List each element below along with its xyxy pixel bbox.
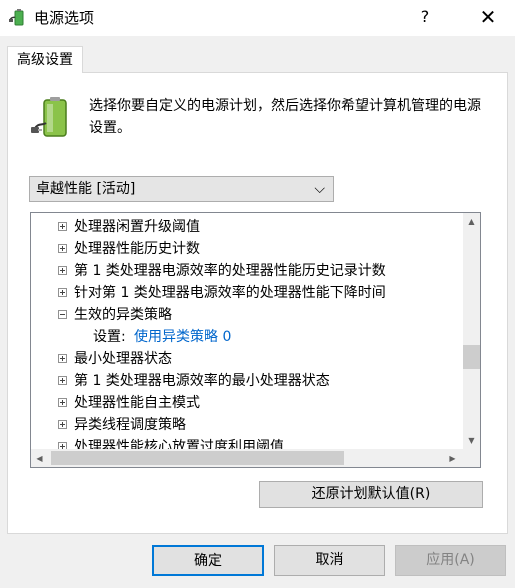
tree-item-label: 异类线程调度策略 bbox=[74, 417, 186, 433]
scroll-up-icon[interactable]: ▲ bbox=[463, 213, 480, 230]
tree-item[interactable]: 针对第 1 类处理器电源效率的处理器性能下降时间 bbox=[31, 282, 463, 304]
power-plan-select[interactable]: 卓越性能 [活动] ⌵ bbox=[29, 176, 334, 202]
expand-icon[interactable] bbox=[58, 398, 67, 407]
tree-item-label: 处理器闲置升级阈值 bbox=[74, 219, 200, 235]
tree-item[interactable]: 生效的异类策略 bbox=[31, 304, 463, 326]
expand-icon[interactable] bbox=[58, 376, 67, 385]
scroll-down-icon[interactable]: ▼ bbox=[463, 432, 480, 449]
tree-item-label: 处理器性能历史计数 bbox=[74, 241, 200, 257]
setting-value-link[interactable]: 使用异类策略 0 bbox=[134, 326, 231, 348]
tree-content: 处理器闲置升级阈值 处理器性能历史计数 第 1 类处理器电源效率的处理器性能历史… bbox=[31, 213, 463, 449]
tree-item-label: 第 1 类处理器电源效率的处理器性能历史记录计数 bbox=[74, 263, 386, 279]
expand-icon[interactable] bbox=[58, 266, 67, 275]
tree-item[interactable]: 处理器性能核心放置过度利用阈值 bbox=[31, 436, 463, 449]
battery-icon bbox=[31, 97, 67, 137]
tree-item-label: 第 1 类处理器电源效率的最小处理器状态 bbox=[74, 373, 330, 389]
expand-icon[interactable] bbox=[58, 244, 67, 253]
apply-button[interactable]: 应用(A) bbox=[395, 545, 506, 576]
restore-defaults-button[interactable]: 还原计划默认值(R) bbox=[259, 481, 483, 508]
collapse-icon[interactable] bbox=[58, 310, 67, 319]
title-bar: 电源选项 ? ✕ bbox=[0, 0, 515, 36]
tree-setting-row[interactable]: 设置: 使用异类策略 0 bbox=[31, 326, 463, 348]
expand-icon[interactable] bbox=[58, 288, 67, 297]
scrollbar-corner bbox=[463, 449, 480, 467]
cancel-button[interactable]: 取消 bbox=[274, 545, 385, 576]
tab-advanced-settings[interactable]: 高级设置 bbox=[7, 46, 83, 73]
vertical-scrollbar[interactable] bbox=[463, 213, 480, 449]
power-options-icon bbox=[9, 9, 24, 26]
expand-icon[interactable] bbox=[58, 420, 67, 429]
tree-item-label: 生效的异类策略 bbox=[74, 307, 172, 323]
expand-icon[interactable] bbox=[58, 442, 67, 449]
settings-tree[interactable]: 处理器闲置升级阈值 处理器性能历史计数 第 1 类处理器电源效率的处理器性能历史… bbox=[30, 212, 481, 468]
expand-icon[interactable] bbox=[58, 354, 67, 363]
tree-item[interactable]: 第 1 类处理器电源效率的最小处理器状态 bbox=[31, 370, 463, 392]
tree-item-label: 最小处理器状态 bbox=[74, 351, 172, 367]
expand-icon[interactable] bbox=[58, 222, 67, 231]
chevron-down-icon: ⌵ bbox=[314, 181, 325, 197]
tree-item-label: 针对第 1 类处理器电源效率的处理器性能下降时间 bbox=[74, 285, 386, 301]
vertical-scroll-thumb[interactable] bbox=[463, 345, 480, 369]
horizontal-scroll-thumb[interactable] bbox=[51, 451, 344, 465]
tree-item[interactable]: 最小处理器状态 bbox=[31, 348, 463, 370]
tree-item[interactable]: 第 1 类处理器电源效率的处理器性能历史记录计数 bbox=[31, 260, 463, 282]
close-button[interactable]: ✕ bbox=[465, 0, 511, 36]
scroll-right-icon[interactable]: ▶ bbox=[444, 450, 461, 467]
description-text: 选择你要自定义的电源计划，然后选择你希望计算机管理的电源设置。 bbox=[89, 98, 481, 136]
tree-item-label: 处理器性能核心放置过度利用阈值 bbox=[74, 439, 284, 449]
ok-button[interactable]: 确定 bbox=[152, 545, 264, 576]
tree-item[interactable]: 处理器性能历史计数 bbox=[31, 238, 463, 260]
tree-item[interactable]: 异类线程调度策略 bbox=[31, 414, 463, 436]
power-plan-value: 卓越性能 [活动] bbox=[36, 181, 136, 197]
scroll-left-icon[interactable]: ◀ bbox=[31, 450, 48, 467]
tree-item[interactable]: 处理器闲置升级阈值 bbox=[31, 216, 463, 238]
window-title: 电源选项 bbox=[34, 9, 95, 27]
tree-item-label: 处理器性能自主模式 bbox=[74, 395, 200, 411]
tree-item[interactable]: 处理器性能自主模式 bbox=[31, 392, 463, 414]
setting-label: 设置: bbox=[93, 329, 126, 345]
help-button[interactable]: ? bbox=[405, 0, 445, 36]
